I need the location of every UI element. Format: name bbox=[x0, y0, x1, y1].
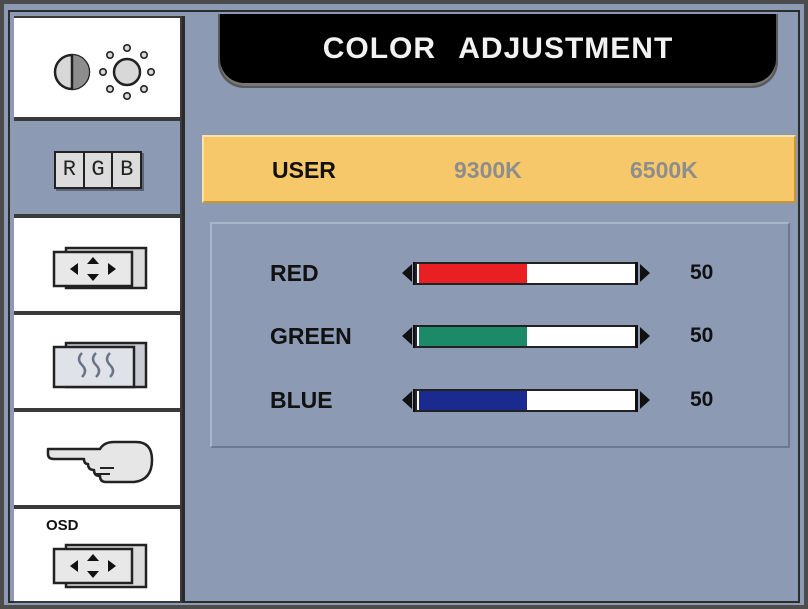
osd-window: R G B OSD COLOR ADJUSTMENT USER 9300K 65… bbox=[0, 0, 808, 609]
osd-position-icon bbox=[52, 543, 148, 589]
blue-increase-icon[interactable] bbox=[640, 391, 650, 409]
sidebar: R G B OSD bbox=[14, 16, 185, 603]
sidebar-item-position[interactable] bbox=[14, 216, 182, 313]
green-value: 50 bbox=[690, 324, 714, 347]
sidebar-item-hand-pointer[interactable] bbox=[14, 410, 182, 507]
rgb-slider-panel: RED 50 GREEN 50 BLUE 50 bbox=[210, 222, 790, 448]
red-label: RED bbox=[270, 260, 319, 286]
red-value: 50 bbox=[690, 261, 714, 284]
red-increase-icon[interactable] bbox=[640, 264, 650, 282]
rgb-letter-b: B bbox=[120, 157, 134, 182]
blue-label: BLUE bbox=[270, 387, 333, 413]
rgb-letter-g: G bbox=[91, 157, 105, 182]
color-preset-bar: USER 9300K 6500K bbox=[202, 135, 796, 203]
phase-icon bbox=[52, 341, 148, 389]
red-slider-fill bbox=[419, 264, 527, 283]
green-label: GREEN bbox=[270, 323, 352, 349]
rgb-letter-r: R bbox=[62, 157, 76, 182]
blue-slider-fill bbox=[419, 391, 527, 410]
green-increase-icon[interactable] bbox=[640, 327, 650, 345]
sidebar-item-contrast-brightness[interactable] bbox=[14, 16, 182, 119]
sidebar-item-osd-position[interactable]: OSD bbox=[14, 507, 182, 603]
sidebar-item-rgb[interactable]: R G B bbox=[14, 119, 182, 216]
sidebar-item-phase[interactable] bbox=[14, 313, 182, 410]
position-icon bbox=[52, 246, 148, 290]
hand-pointer-icon bbox=[46, 440, 154, 484]
green-slider-fill bbox=[419, 327, 527, 346]
preset-6500k[interactable]: 6500K bbox=[630, 157, 698, 184]
green-decrease-icon[interactable] bbox=[402, 327, 412, 345]
preset-9300k[interactable]: 9300K bbox=[454, 157, 522, 184]
red-slider-track[interactable] bbox=[415, 262, 637, 285]
blue-slider-track[interactable] bbox=[415, 389, 637, 412]
green-slider-track[interactable] bbox=[415, 325, 637, 348]
contrast-brightness-icon bbox=[53, 44, 156, 100]
blue-decrease-icon[interactable] bbox=[402, 391, 412, 409]
page-title: COLOR ADJUSTMENT bbox=[322, 32, 674, 65]
blue-value: 50 bbox=[690, 388, 714, 411]
rgb-icon: R G B bbox=[54, 151, 142, 189]
title-bar: COLOR ADJUSTMENT bbox=[218, 14, 778, 88]
osd-label: OSD bbox=[46, 517, 79, 534]
red-decrease-icon[interactable] bbox=[402, 264, 412, 282]
preset-user[interactable]: USER bbox=[272, 157, 336, 184]
